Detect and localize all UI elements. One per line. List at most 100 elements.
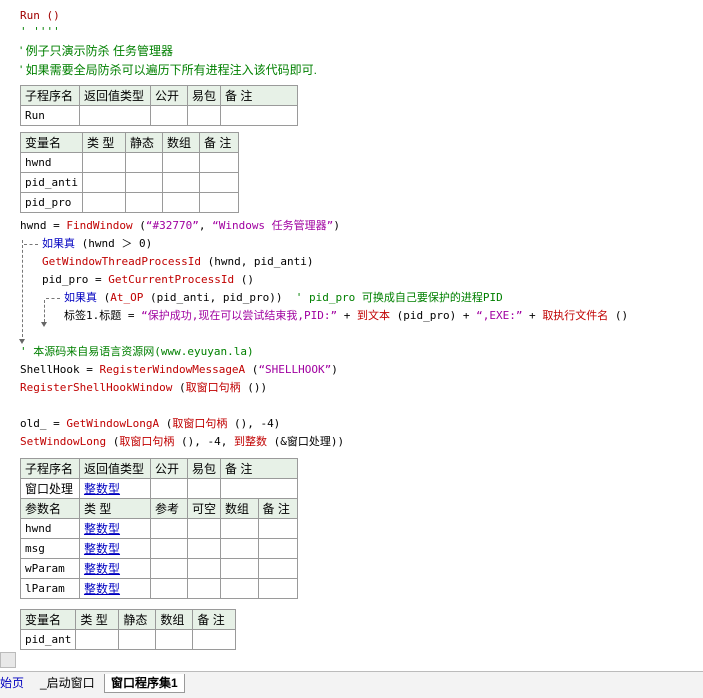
table-cell[interactable] xyxy=(124,192,163,213)
code-line-if-at-op[interactable]: 如果真 (At_OP (pid_anti, pid_pro)) ' pid_pr… xyxy=(64,289,503,307)
code-line-getwindowthreadprocessid[interactable]: GetWindowThreadProcessId (hwnd, pid_anti… xyxy=(42,253,314,271)
header-cell: 返回值类型 xyxy=(79,85,151,106)
table-cell[interactable] xyxy=(220,578,259,599)
subroutine-name-cell[interactable]: 窗口处理 xyxy=(20,478,80,499)
header-cell: 类 型 xyxy=(81,132,126,153)
table-cell[interactable] xyxy=(186,558,222,579)
return-type-link[interactable]: 整数型 xyxy=(79,478,151,499)
table-cell[interactable] xyxy=(257,578,299,599)
code-line-pid-pro[interactable]: pid_pro = GetCurrentProcessId () xyxy=(42,271,254,289)
table-cell[interactable] xyxy=(186,538,222,559)
header-cell: 变量名 xyxy=(19,609,77,630)
table-cell[interactable] xyxy=(118,629,157,650)
table-cell[interactable] xyxy=(150,105,188,126)
table-cell[interactable] xyxy=(150,518,188,539)
code-comment[interactable]: ' '''' xyxy=(20,23,60,41)
header-cell: 公开 xyxy=(150,458,188,479)
header-cell: 数组 xyxy=(155,609,194,630)
table-cell[interactable] xyxy=(220,558,259,579)
table-cell[interactable] xyxy=(257,518,299,539)
code-line-setwindowlong[interactable]: SetWindowLong (取窗口句柄 (), -4, 到整数 (&窗口处理)… xyxy=(20,433,344,451)
variable-name-cell[interactable]: pid_pro xyxy=(20,192,83,213)
code-comment[interactable]: ' 本源码来自易语言资源网(www.eyuyan.la) xyxy=(20,343,254,361)
table-cell[interactable] xyxy=(124,152,163,173)
document-tab-bar: 始页 _启动窗口 窗口程序集1 xyxy=(0,671,703,698)
table-cell[interactable] xyxy=(81,172,126,193)
header-cell: 可空 xyxy=(186,498,222,519)
table-cell[interactable] xyxy=(81,152,126,173)
header-cell: 易包 xyxy=(186,458,222,479)
header-cell: 参数名 xyxy=(20,498,80,519)
header-cell: 数组 xyxy=(161,132,200,153)
variable-name-cell[interactable]: pid_ant xyxy=(19,629,77,650)
table-cell[interactable] xyxy=(150,478,188,499)
table-cell[interactable] xyxy=(186,105,222,126)
subroutine-table: 子程序名 返回值类型 公开 易包 备 注 Run xyxy=(20,85,299,126)
header-cell: 参考 xyxy=(150,498,188,519)
table-cell[interactable] xyxy=(198,172,239,193)
table-cell[interactable] xyxy=(124,172,163,193)
scrollbar-corner[interactable] xyxy=(0,652,16,668)
header-cell: 备 注 xyxy=(192,609,237,630)
param-type-link[interactable]: 整数型 xyxy=(79,558,151,579)
table-cell[interactable] xyxy=(198,152,239,173)
header-cell: 数组 xyxy=(220,498,259,519)
table-cell[interactable] xyxy=(150,538,188,559)
header-cell: 子程序名 xyxy=(20,85,80,106)
tab-startup-window[interactable]: _启动窗口 xyxy=(34,674,101,692)
table-cell[interactable] xyxy=(161,192,200,213)
param-type-link[interactable]: 整数型 xyxy=(79,518,151,539)
header-cell: 备 注 xyxy=(257,498,299,519)
code-comment[interactable]: ' 如果需要全局防杀可以遍历下所有进程注入该代码即可. xyxy=(20,61,317,79)
table-cell[interactable] xyxy=(220,518,259,539)
table-cell[interactable] xyxy=(198,192,239,213)
code-line-registershellhookwindow[interactable]: RegisterShellHookWindow (取窗口句柄 ()) xyxy=(20,379,267,397)
header-cell: 备 注 xyxy=(220,458,299,479)
param-type-link[interactable]: 整数型 xyxy=(79,538,151,559)
code-line-old[interactable]: old_ = GetWindowLongA (取窗口句柄 (), -4) xyxy=(20,415,280,433)
variable-name-cell[interactable]: hwnd xyxy=(20,152,83,173)
flow-guide-line xyxy=(24,244,38,245)
code-line-shellhook[interactable]: ShellHook = RegisterWindowMessageA (“SHE… xyxy=(20,361,338,379)
table-cell[interactable] xyxy=(220,105,299,126)
table-cell[interactable] xyxy=(257,558,299,579)
table-cell[interactable] xyxy=(192,629,237,650)
header-cell: 公开 xyxy=(150,85,188,106)
table-cell[interactable] xyxy=(79,105,151,126)
tab-window-assembly[interactable]: 窗口程序集1 xyxy=(104,674,185,693)
table-cell[interactable] xyxy=(150,578,188,599)
header-cell: 静态 xyxy=(124,132,163,153)
variable-table-2: 变量名 类 型 静态 数组 备 注 pid_ant xyxy=(19,609,237,650)
param-type-link[interactable]: 整数型 xyxy=(79,578,151,599)
table-cell[interactable] xyxy=(155,629,194,650)
header-cell: 静态 xyxy=(118,609,157,630)
table-cell[interactable] xyxy=(75,629,120,650)
variable-name-cell[interactable]: pid_anti xyxy=(20,172,83,193)
table-cell[interactable] xyxy=(257,538,299,559)
param-name-cell[interactable]: msg xyxy=(20,538,80,559)
table-cell[interactable] xyxy=(186,578,222,599)
subroutine-table-window-proc: 子程序名 返回值类型 公开 易包 备 注 窗口处理 整数型 参数名 类 型 参考… xyxy=(20,458,299,599)
table-cell[interactable] xyxy=(150,558,188,579)
header-cell: 返回值类型 xyxy=(79,458,151,479)
table-cell[interactable] xyxy=(161,152,200,173)
flow-guide-line xyxy=(22,240,23,342)
tab-start-page[interactable]: 始页 xyxy=(0,674,30,692)
header-cell: 备 注 xyxy=(198,132,239,153)
param-name-cell[interactable]: wParam xyxy=(20,558,80,579)
code-line-findwindow[interactable]: hwnd = FindWindow (“#32770”, “Windows 任务… xyxy=(20,217,340,235)
table-cell[interactable] xyxy=(220,538,259,559)
table-cell[interactable] xyxy=(220,478,299,499)
table-cell[interactable] xyxy=(186,518,222,539)
table-cell[interactable] xyxy=(81,192,126,213)
code-line-label-title[interactable]: 标签1.标题 = “保护成功,现在可以尝试结束我,PID:” + 到文本 (pi… xyxy=(64,307,628,325)
table-cell[interactable] xyxy=(161,172,200,193)
code-line-if[interactable]: 如果真 (hwnd ＞ 0) xyxy=(42,235,152,253)
table-cell[interactable] xyxy=(186,478,222,499)
param-name-cell[interactable]: lParam xyxy=(20,578,80,599)
param-name-cell[interactable]: hwnd xyxy=(20,518,80,539)
flow-guide-line xyxy=(44,300,45,322)
code-comment[interactable]: ' 例子只演示防杀 任务管理器 xyxy=(20,42,173,60)
header-cell: 类 型 xyxy=(75,609,120,630)
subroutine-name-cell[interactable]: Run xyxy=(20,105,80,126)
